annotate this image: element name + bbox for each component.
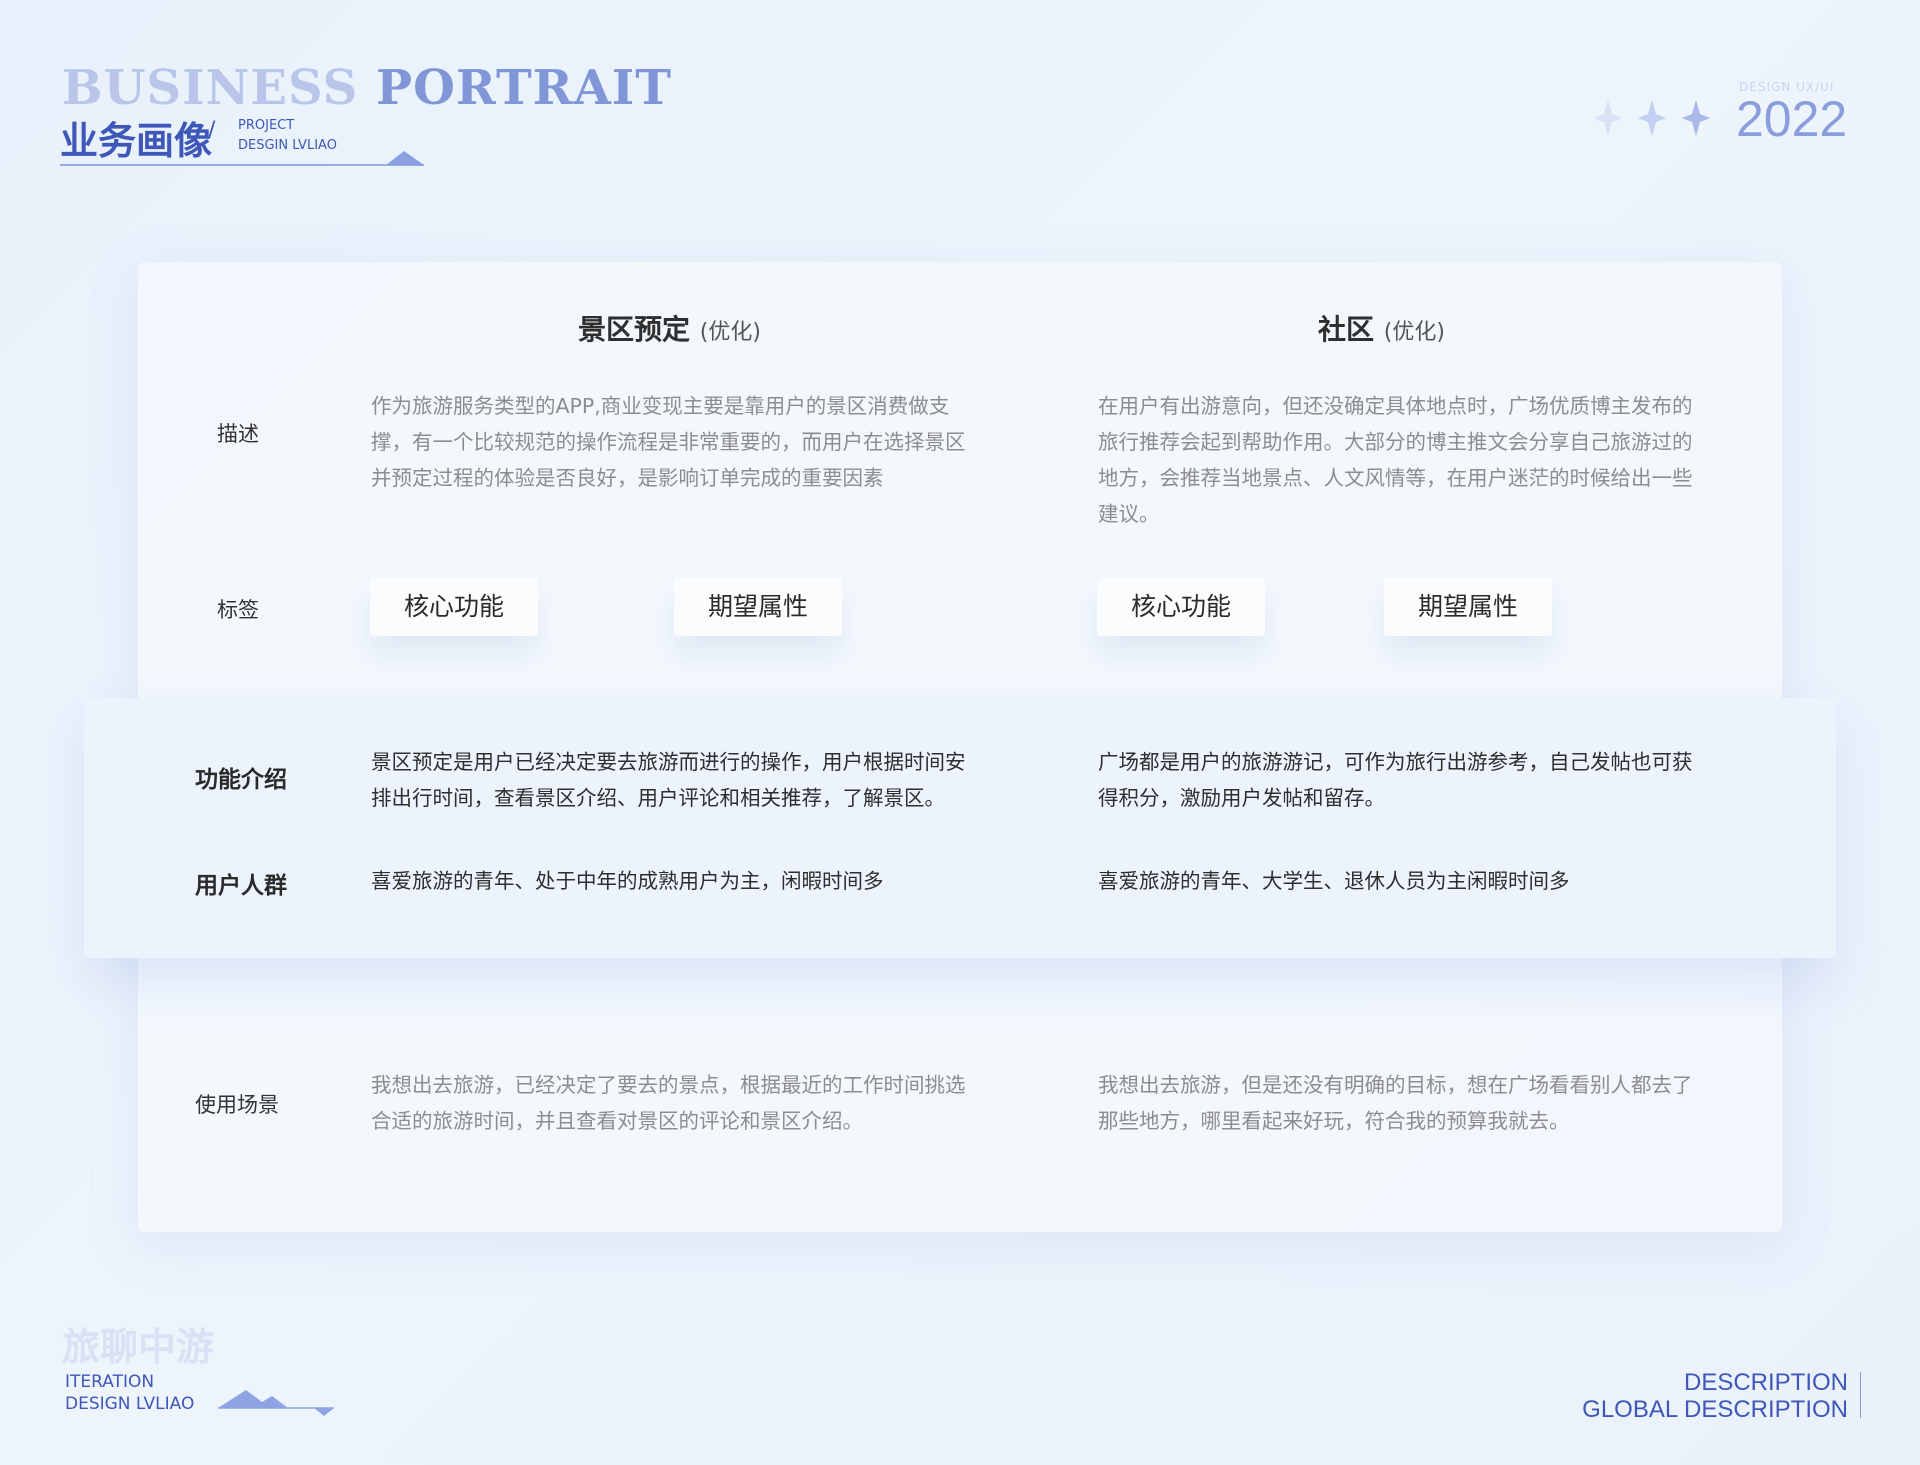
tag-expected-attribute: 期望属性 (1384, 578, 1552, 636)
row-label-scenario: 使用场景 (195, 1093, 279, 1117)
features-left: 景区预定是用户已经决定要去旅游而进行的操作，用户根据时间安排出行时间，查看景区介… (371, 750, 966, 810)
sparkle-stars-icon (1594, 100, 1710, 136)
row-label-audience: 用户人群 (195, 873, 287, 899)
column-title: 社区 (1318, 313, 1375, 346)
tag-core-function: 核心功能 (370, 578, 538, 636)
title-english-word2: PORTRAIT (376, 60, 672, 116)
column-suffix: (优化) (699, 320, 761, 345)
row-label-tags: 标签 (217, 598, 259, 622)
column-suffix: (优化) (1383, 320, 1445, 345)
mountain-icon (218, 1390, 334, 1416)
column-header-scenic-booking: 景区预定 (优化) (578, 308, 761, 348)
scenario-right: 我想出去旅游，但是还没有明确的目标，想在广场看看别人都去了那些地方，哪里看起来好… (1098, 1073, 1693, 1133)
tag-expected-attribute: 期望属性 (674, 578, 842, 636)
description-label: DESCRIPTION GLOBAL DESCRIPTION (1582, 1369, 1848, 1423)
column-header-community: 社区 (优化) (1318, 308, 1445, 348)
iteration-label: ITERATION DESIGN LVLIAO (65, 1371, 194, 1415)
description-divider (1860, 1372, 1861, 1418)
audience-left: 喜爱旅游的青年、处于中年的成熟用户为主，闲暇时间多 (371, 869, 884, 893)
year-label: 2022 (1736, 91, 1848, 147)
features-right: 广场都是用户的旅游游记，可作为旅行出游参考，自己发帖也可获得积分，激励用户发帖和… (1098, 750, 1693, 810)
description-left: 作为旅游服务类型的APP,商业变现主要是靠用户的景区消费做支撑，有一个比较规范的… (371, 394, 966, 490)
title-english: BUSINESS PORTRAIT (62, 60, 672, 116)
row-label-features: 功能介绍 (195, 767, 287, 793)
header-underline-triangle-icon (60, 151, 424, 166)
description-line-2: GLOBAL DESCRIPTION (1582, 1396, 1848, 1423)
project-line-1: PROJECT (238, 118, 295, 133)
title-slash: / (208, 118, 216, 143)
description-right: 在用户有出游意向，但还没确定具体地点时，广场优质博主发布的旅行推荐会起到帮助作用… (1098, 394, 1693, 526)
audience-right: 喜爱旅游的青年、大学生、退休人员为主闲暇时间多 (1098, 869, 1570, 893)
scenario-left: 我想出去旅游，已经决定了要去的景点，根据最近的工作时间挑选合适的旅游时间，并且查… (371, 1073, 966, 1133)
iteration-line-1: ITERATION (65, 1372, 155, 1392)
row-label-description: 描述 (217, 422, 259, 446)
title-english-word1: BUSINESS (62, 60, 359, 116)
column-title: 景区预定 (578, 313, 691, 346)
iteration-line-2: DESIGN LVLIAO (65, 1394, 195, 1414)
description-line-1: DESCRIPTION (1683, 1369, 1848, 1396)
tag-core-function: 核心功能 (1097, 578, 1265, 636)
watermark-logo-text: 旅聊中游 (62, 1324, 215, 1369)
highlight-band (84, 698, 1836, 958)
